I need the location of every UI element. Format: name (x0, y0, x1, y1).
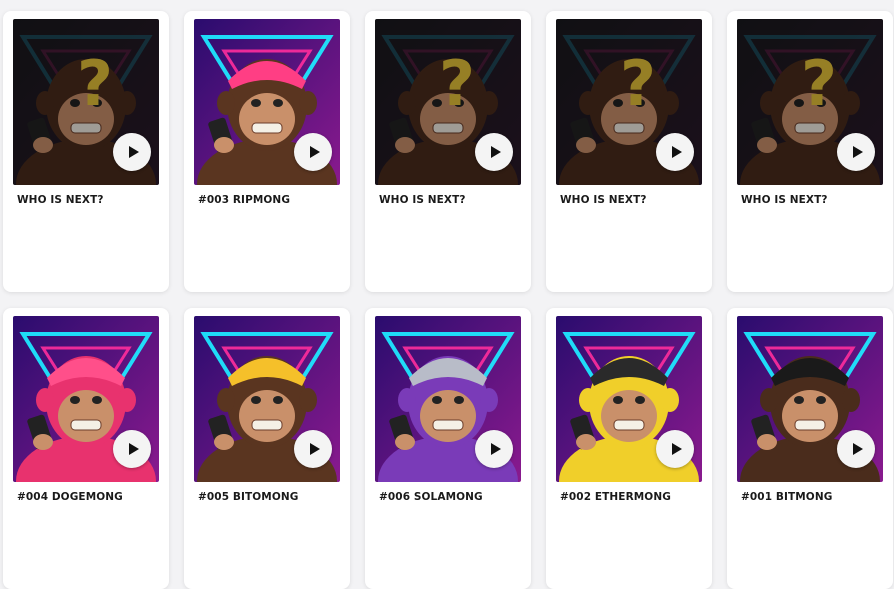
ape-hand (33, 434, 53, 450)
ape-teeth (251, 122, 283, 134)
nft-name: #005 BITOMONG (198, 491, 299, 503)
nft-card[interactable]: #002 ETHERMONG (546, 308, 712, 589)
ape-face (239, 93, 295, 145)
ape-eye (70, 396, 80, 404)
nft-card-grid: ? WHO IS NEXT? #003 RIPMONG ? WHO IS NEX… (0, 0, 894, 589)
nft-name: #006 SOLAMONG (379, 491, 483, 503)
ape-face (58, 390, 114, 442)
play-icon (852, 443, 863, 455)
play-button[interactable] (294, 133, 332, 171)
play-button[interactable] (113, 133, 151, 171)
nft-card[interactable]: ? WHO IS NEXT? (3, 11, 169, 292)
nft-name: WHO IS NEXT? (560, 194, 647, 206)
nft-card[interactable]: ? WHO IS NEXT? (546, 11, 712, 292)
ape-ear (299, 388, 317, 412)
ape-teeth (432, 419, 464, 431)
play-button[interactable] (113, 430, 151, 468)
ape-eye (273, 99, 283, 107)
play-icon (490, 443, 501, 455)
nft-card[interactable]: #003 RIPMONG (184, 11, 350, 292)
ape-ear (661, 388, 679, 412)
ape-ear (842, 388, 860, 412)
play-icon (128, 443, 139, 455)
play-icon (309, 146, 320, 158)
play-button[interactable] (475, 133, 513, 171)
ape-eye (92, 396, 102, 404)
nft-card[interactable]: ? WHO IS NEXT? (365, 11, 531, 292)
nft-card[interactable]: ? WHO IS NEXT? (727, 11, 893, 292)
nft-card[interactable]: #005 BITOMONG (184, 308, 350, 589)
ape-face (782, 390, 838, 442)
ape-hand (757, 434, 777, 450)
ape-face (239, 390, 295, 442)
play-icon (309, 443, 320, 455)
ape-ear (579, 388, 597, 412)
play-icon (852, 146, 863, 158)
play-icon (490, 146, 501, 158)
ape-eye (454, 396, 464, 404)
ape-teeth (251, 419, 283, 431)
nft-name: WHO IS NEXT? (379, 194, 466, 206)
nft-name: #001 BITMONG (741, 491, 833, 503)
ape-face (420, 390, 476, 442)
ape-ear (36, 388, 54, 412)
play-button[interactable] (294, 430, 332, 468)
play-icon (128, 146, 139, 158)
ape-ear (760, 388, 778, 412)
nft-card[interactable]: #006 SOLAMONG (365, 308, 531, 589)
ape-ear (398, 388, 416, 412)
ape-teeth (70, 419, 102, 431)
ape-hand (214, 434, 234, 450)
ape-eye (251, 396, 261, 404)
ape-ear (118, 388, 136, 412)
ape-eye (273, 396, 283, 404)
ape-teeth (613, 419, 645, 431)
nft-name: #004 DOGEMONG (17, 491, 123, 503)
ape-teeth (794, 419, 826, 431)
play-icon (671, 146, 682, 158)
play-icon (671, 443, 682, 455)
play-button[interactable] (656, 133, 694, 171)
nft-card[interactable]: #004 DOGEMONG (3, 308, 169, 589)
ape-hand (214, 137, 234, 153)
nft-card[interactable]: #001 BITMONG (727, 308, 893, 589)
ape-eye (816, 396, 826, 404)
ape-ear (480, 388, 498, 412)
ape-ear (217, 91, 235, 115)
play-button[interactable] (837, 133, 875, 171)
ape-eye (794, 396, 804, 404)
play-button[interactable] (475, 430, 513, 468)
play-button[interactable] (837, 430, 875, 468)
nft-name: WHO IS NEXT? (17, 194, 104, 206)
ape-hand (395, 434, 415, 450)
ape-ear (217, 388, 235, 412)
ape-hand (576, 434, 596, 450)
play-button[interactable] (656, 430, 694, 468)
ape-face (601, 390, 657, 442)
ape-eye (613, 396, 623, 404)
ape-eye (251, 99, 261, 107)
nft-name: #002 ETHERMONG (560, 491, 671, 503)
ape-eye (635, 396, 645, 404)
nft-name: #003 RIPMONG (198, 194, 291, 206)
nft-name: WHO IS NEXT? (741, 194, 828, 206)
ape-ear (299, 91, 317, 115)
ape-eye (432, 396, 442, 404)
